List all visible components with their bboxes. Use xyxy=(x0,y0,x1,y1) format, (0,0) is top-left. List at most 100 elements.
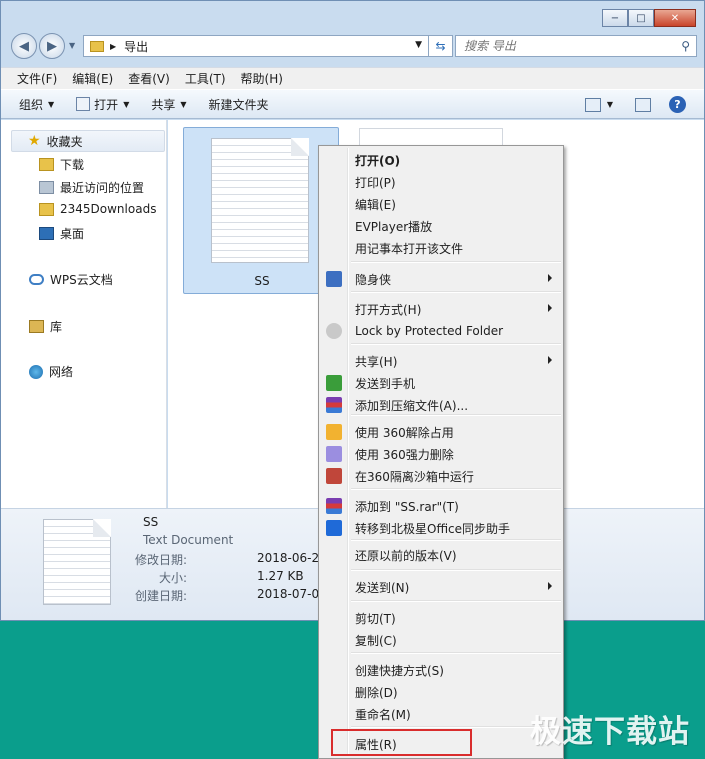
context-menu-item[interactable]: 添加到 "SS.rar"(T) xyxy=(321,495,561,517)
size-value: 1.27 KB xyxy=(257,569,304,583)
context-menu-item[interactable]: 还原以前的版本(V) xyxy=(321,544,561,566)
phone-send-icon xyxy=(326,375,342,391)
preview-pane-icon[interactable] xyxy=(635,97,651,112)
context-menu-item[interactable]: 添加到压缩文件(A)... xyxy=(321,394,561,416)
context-menu-item[interactable]: 使用 360解除占用 xyxy=(321,421,561,443)
desktop-icon xyxy=(39,227,54,240)
menu-tools[interactable]: 工具(T) xyxy=(185,70,226,87)
menu-file[interactable]: 文件(F) xyxy=(17,70,57,87)
network-icon xyxy=(29,364,43,379)
search-icon[interactable]: ⚲ xyxy=(681,39,690,53)
breadcrumb-arrow-icon[interactable]: ▶ xyxy=(110,42,116,51)
context-menu-label: 共享(H) xyxy=(355,354,398,369)
maximize-button[interactable]: □ xyxy=(628,9,654,27)
menu-separator xyxy=(351,261,561,263)
address-bar[interactable]: ▶ 导出 ▼ xyxy=(83,35,429,57)
context-menu-label: 打开方式(H) xyxy=(355,302,422,317)
sidebar-item-wps-cloud[interactable]: WPS云文档 xyxy=(29,271,113,288)
file-item-ss[interactable]: SS xyxy=(183,127,339,294)
context-menu-item[interactable]: 使用 360强力删除 xyxy=(321,443,561,465)
folder-icon xyxy=(90,40,104,52)
context-menu-item[interactable]: 重命名(M) xyxy=(321,703,561,725)
context-menu-item[interactable]: 打开方式(H) xyxy=(321,298,561,320)
notepad-icon xyxy=(76,97,91,111)
back-button[interactable]: ◀ xyxy=(11,33,37,59)
context-menu-label: 还原以前的版本(V) xyxy=(355,548,457,563)
title-bar[interactable]: − □ ✕ xyxy=(1,1,704,29)
address-dropdown-icon[interactable]: ▼ xyxy=(415,40,422,50)
forward-button[interactable]: ▶ xyxy=(39,33,65,59)
context-menu-item[interactable]: 共享(H) xyxy=(321,350,561,372)
organize-label: 组织 xyxy=(19,97,44,112)
share-button[interactable]: 共享 ▼ xyxy=(151,96,186,113)
context-menu-label: 剪切(T) xyxy=(355,611,396,626)
context-menu-label: 发送到手机 xyxy=(355,376,416,391)
context-menu-item[interactable]: EVPlayer播放 xyxy=(321,215,561,237)
chevron-down-icon: ▼ xyxy=(180,99,187,109)
sidebar-item-network[interactable]: 网络 xyxy=(29,363,73,380)
close-button[interactable]: ✕ xyxy=(654,9,696,27)
sidebar-item-label: 2345Downloads xyxy=(60,202,157,216)
minimize-button[interactable]: − xyxy=(602,9,628,27)
sidebar-item-2345downloads[interactable]: 2345Downloads xyxy=(39,202,156,216)
context-menu-label: 添加到 "SS.rar"(T) xyxy=(355,499,459,514)
recent-pages-chevron-icon[interactable]: ▼ xyxy=(69,41,75,50)
sidebar-item-favorites[interactable]: ★ 收藏夹 xyxy=(11,130,165,152)
context-menu-item[interactable]: 编辑(E) xyxy=(321,193,561,215)
menu-separator xyxy=(351,488,561,490)
context-menu-label: Lock by Protected Folder xyxy=(355,324,504,338)
watermark-logo-text: 极速下载站 xyxy=(530,714,690,750)
new-folder-label: 新建文件夹 xyxy=(208,97,269,112)
sidebar-item-libraries[interactable]: 库 xyxy=(29,318,62,335)
sidebar-item-label: 桌面 xyxy=(60,227,85,241)
view-options-icon[interactable] xyxy=(584,97,601,112)
submenu-arrow-icon xyxy=(548,274,552,282)
context-menu-item[interactable]: 发送到手机 xyxy=(321,372,561,394)
context-menu-item[interactable]: 打印(P) xyxy=(321,171,561,193)
context-menu-item[interactable]: Lock by Protected Folder xyxy=(321,320,561,342)
menu-separator xyxy=(351,343,561,345)
chevron-down-icon[interactable]: ▼ xyxy=(607,100,613,109)
sidebar-item-downloads[interactable]: 下载 xyxy=(39,156,84,173)
refresh-button[interactable]: ⇆ xyxy=(429,35,453,57)
help-icon[interactable]: ? xyxy=(669,96,686,113)
lock-icon xyxy=(326,323,342,339)
context-menu-item[interactable]: 复制(C) xyxy=(321,629,561,651)
sidebar-item-label: WPS云文档 xyxy=(50,273,113,287)
context-menu-item[interactable]: 剪切(T) xyxy=(321,607,561,629)
open-button[interactable]: 打开 ▼ xyxy=(76,96,129,113)
search-box[interactable]: ⚲ xyxy=(455,35,697,57)
context-menu-item[interactable]: 用记事本打开该文件 xyxy=(321,237,561,259)
created-label: 创建日期: xyxy=(134,589,187,603)
open-label: 打开 xyxy=(94,97,119,112)
menu-help[interactable]: 帮助(H) xyxy=(241,70,283,87)
menu-edit[interactable]: 编辑(E) xyxy=(72,70,113,87)
search-input[interactable] xyxy=(464,39,664,53)
context-menu-label: 使用 360强力删除 xyxy=(355,447,454,462)
context-menu-item[interactable]: 隐身侠 xyxy=(321,268,561,290)
context-menu-item[interactable]: 在360隔离沙箱中运行 xyxy=(321,465,561,487)
sidebar-item-desktop[interactable]: 桌面 xyxy=(39,225,84,242)
context-menu-item[interactable]: 删除(D) xyxy=(321,681,561,703)
breadcrumb-current[interactable]: 导出 xyxy=(124,38,148,55)
share-label: 共享 xyxy=(151,97,176,112)
new-folder-button[interactable]: 新建文件夹 xyxy=(209,96,269,113)
details-file-name: SS xyxy=(143,515,159,529)
menu-view[interactable]: 查看(V) xyxy=(128,70,170,87)
menu-separator xyxy=(351,652,561,654)
address-row: ◀ ▶ ▼ ▶ 导出 ▼ ⇆ ⚲ xyxy=(9,33,699,61)
context-menu-item[interactable]: 打开(O) xyxy=(321,149,561,171)
sidebar-item-recent-places[interactable]: 最近访问的位置 xyxy=(39,179,144,196)
context-menu-item[interactable]: 转移到北极星Office同步助手 xyxy=(321,517,561,539)
winrar-icon xyxy=(326,397,342,413)
context-menu-label: 添加到压缩文件(A)... xyxy=(355,398,469,413)
shred-360-icon xyxy=(326,446,342,462)
context-menu-item[interactable]: 创建快捷方式(S) xyxy=(321,659,561,681)
sidebar-item-label: 库 xyxy=(50,320,63,334)
text-document-icon xyxy=(211,138,309,263)
created-value: 2018-07-07 xyxy=(257,587,327,601)
modified-value: 2018-06-29 xyxy=(257,551,327,565)
context-menu-item[interactable]: 发送到(N) xyxy=(321,576,561,598)
organize-button[interactable]: 组织 ▼ xyxy=(19,96,54,113)
view-controls: ▼ ? xyxy=(581,96,686,113)
